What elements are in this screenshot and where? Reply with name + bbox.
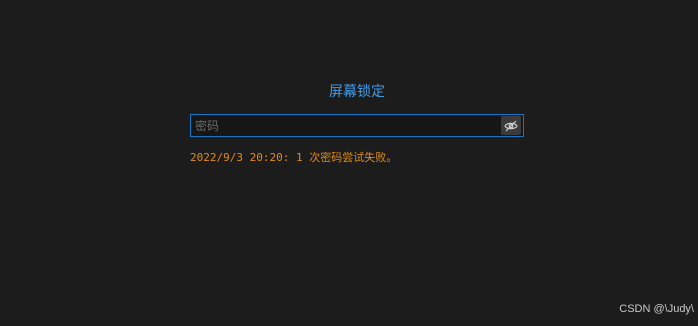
lock-screen-panel: 屏幕锁定 2022/9/3 20:20: 1 次密码尝试失败。: [190, 82, 524, 166]
password-input[interactable]: [191, 115, 497, 136]
failed-attempts-message: 2022/9/3 20:20: 1 次密码尝试失败。: [190, 151, 398, 164]
lock-screen-title: 屏幕锁定: [329, 84, 385, 100]
watermark: CSDN @\Judy\: [619, 303, 694, 315]
password-field[interactable]: [190, 114, 524, 137]
eye-slash-icon: [504, 120, 518, 131]
reveal-password-button[interactable]: [501, 116, 521, 135]
